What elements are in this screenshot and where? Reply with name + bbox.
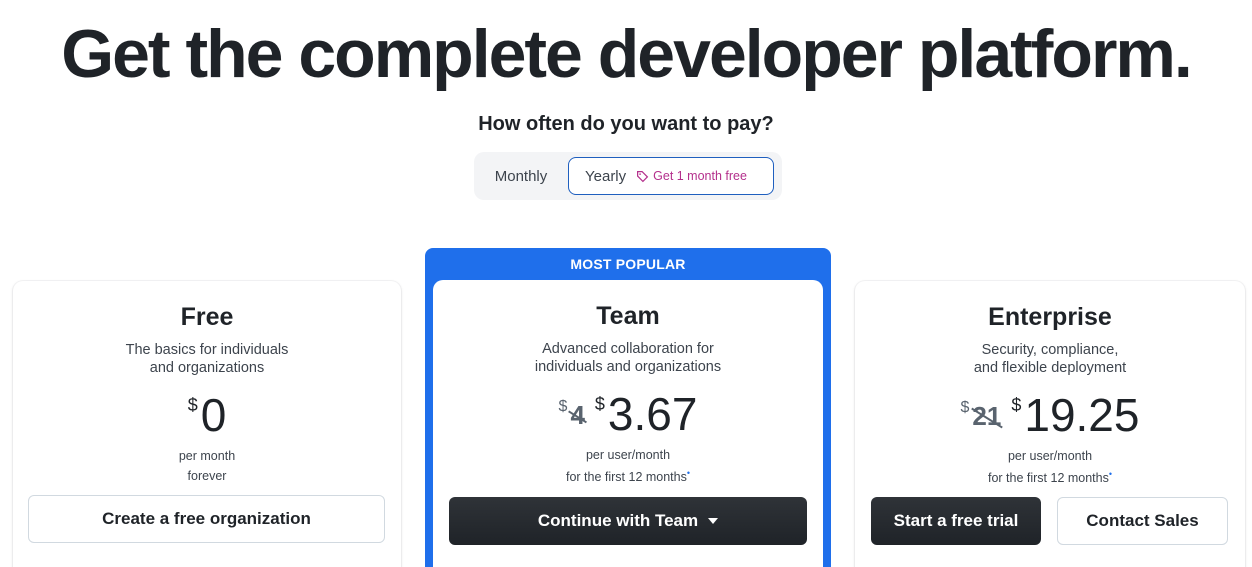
billing-yearly-label: Yearly xyxy=(585,167,627,185)
contact-sales-button[interactable]: Contact Sales xyxy=(1057,497,1228,545)
billing-yearly-option[interactable]: Yearly Get 1 month free xyxy=(568,157,774,195)
price-duration-text: for the first 12 months xyxy=(565,470,687,485)
plan-description: Advanced collaboration for individuals a… xyxy=(433,340,823,376)
price-duration-text: for the first 12 months xyxy=(987,471,1109,486)
page-headline: Get the complete developer platform. xyxy=(61,16,1193,92)
plan-description: The basics for individuals and organizat… xyxy=(13,341,401,377)
currency-symbol: $ xyxy=(594,394,605,414)
original-price-amount: 21 xyxy=(972,401,1002,431)
button-label: Contact Sales xyxy=(1086,511,1199,530)
continue-with-team-button[interactable]: Continue with Team xyxy=(449,497,807,545)
create-free-org-button[interactable]: Create a free organization xyxy=(28,495,385,543)
plan-price: 0 xyxy=(200,389,227,441)
footnote-marker: • xyxy=(1108,469,1113,479)
plan-description-line: Advanced collaboration for xyxy=(542,341,714,357)
currency-symbol: $ xyxy=(960,399,970,416)
plan-title: Team xyxy=(596,302,660,330)
price-period: per month xyxy=(178,449,236,463)
price-duration: for the first 12 months• xyxy=(855,469,1245,485)
original-price-amount: 4 xyxy=(570,400,585,430)
billing-monthly-option[interactable]: Monthly xyxy=(482,157,560,195)
price-row: $ 4 $ 3.67 xyxy=(433,388,823,440)
plan-card-enterprise: Enterprise Security, compliance, and fle… xyxy=(855,281,1245,567)
currency-symbol: $ xyxy=(1011,395,1022,415)
plan-price: 3.67 xyxy=(607,388,698,440)
billing-toggle: Monthly Yearly Get 1 month free xyxy=(474,152,782,200)
billing-question: How often do you want to pay? xyxy=(478,113,774,135)
price-period: per user/month xyxy=(1007,449,1093,463)
button-label: Start a free trial xyxy=(893,511,1019,530)
plan-title: Free xyxy=(180,303,234,331)
price-duration: forever xyxy=(187,469,227,483)
footnote-marker: • xyxy=(686,468,691,478)
price-row: $ 0 xyxy=(13,389,401,441)
yearly-discount-tag: Get 1 month free xyxy=(636,169,747,183)
start-free-trial-button[interactable]: Start a free trial xyxy=(871,497,1041,545)
most-popular-frame: MOST POPULAR Team Advanced collaboration… xyxy=(425,248,831,567)
button-label: Create a free organization xyxy=(102,509,311,528)
caret-down-icon xyxy=(708,518,719,524)
plan-price: 19.25 xyxy=(1024,389,1140,441)
button-label: Continue with Team xyxy=(537,511,699,530)
original-price: $ 21 xyxy=(961,389,1002,432)
currency-symbol: $ xyxy=(558,398,568,415)
yearly-discount-text: Get 1 month free xyxy=(653,169,747,183)
plan-card-team: Team Advanced collaboration for individu… xyxy=(433,280,823,567)
plan-card-free: Free The basics for individuals and orga… xyxy=(13,281,401,567)
plan-description-line: Security, compliance, xyxy=(981,342,1119,358)
price-row: $ 21 $ 19.25 xyxy=(855,389,1245,441)
billing-monthly-label: Monthly xyxy=(494,167,548,185)
plan-description-line: and flexible deployment xyxy=(973,360,1127,376)
plan-description: Security, compliance, and flexible deplo… xyxy=(855,341,1245,377)
currency-symbol: $ xyxy=(187,395,198,415)
plan-title: Enterprise xyxy=(988,303,1112,331)
plan-description-line: The basics for individuals xyxy=(125,342,289,358)
original-price: $ 4 xyxy=(559,388,585,431)
price-period: per user/month xyxy=(585,448,671,462)
price-duration: for the first 12 months• xyxy=(433,468,823,484)
tag-icon xyxy=(637,170,649,182)
plan-description-line: individuals and organizations xyxy=(534,359,722,375)
plan-description-line: and organizations xyxy=(149,360,265,376)
most-popular-badge: MOST POPULAR xyxy=(570,256,686,272)
